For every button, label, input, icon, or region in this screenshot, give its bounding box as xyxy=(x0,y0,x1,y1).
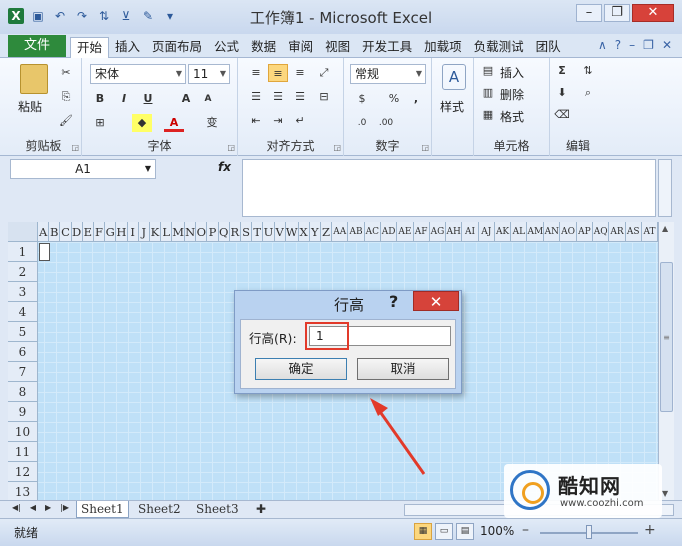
watermark: 酷知网 www.coozhi.com xyxy=(504,464,662,518)
watermark-url: www.coozhi.com xyxy=(560,498,644,509)
coozhi-logo-icon xyxy=(510,470,550,510)
watermark-name: 酷知网 xyxy=(558,474,621,498)
